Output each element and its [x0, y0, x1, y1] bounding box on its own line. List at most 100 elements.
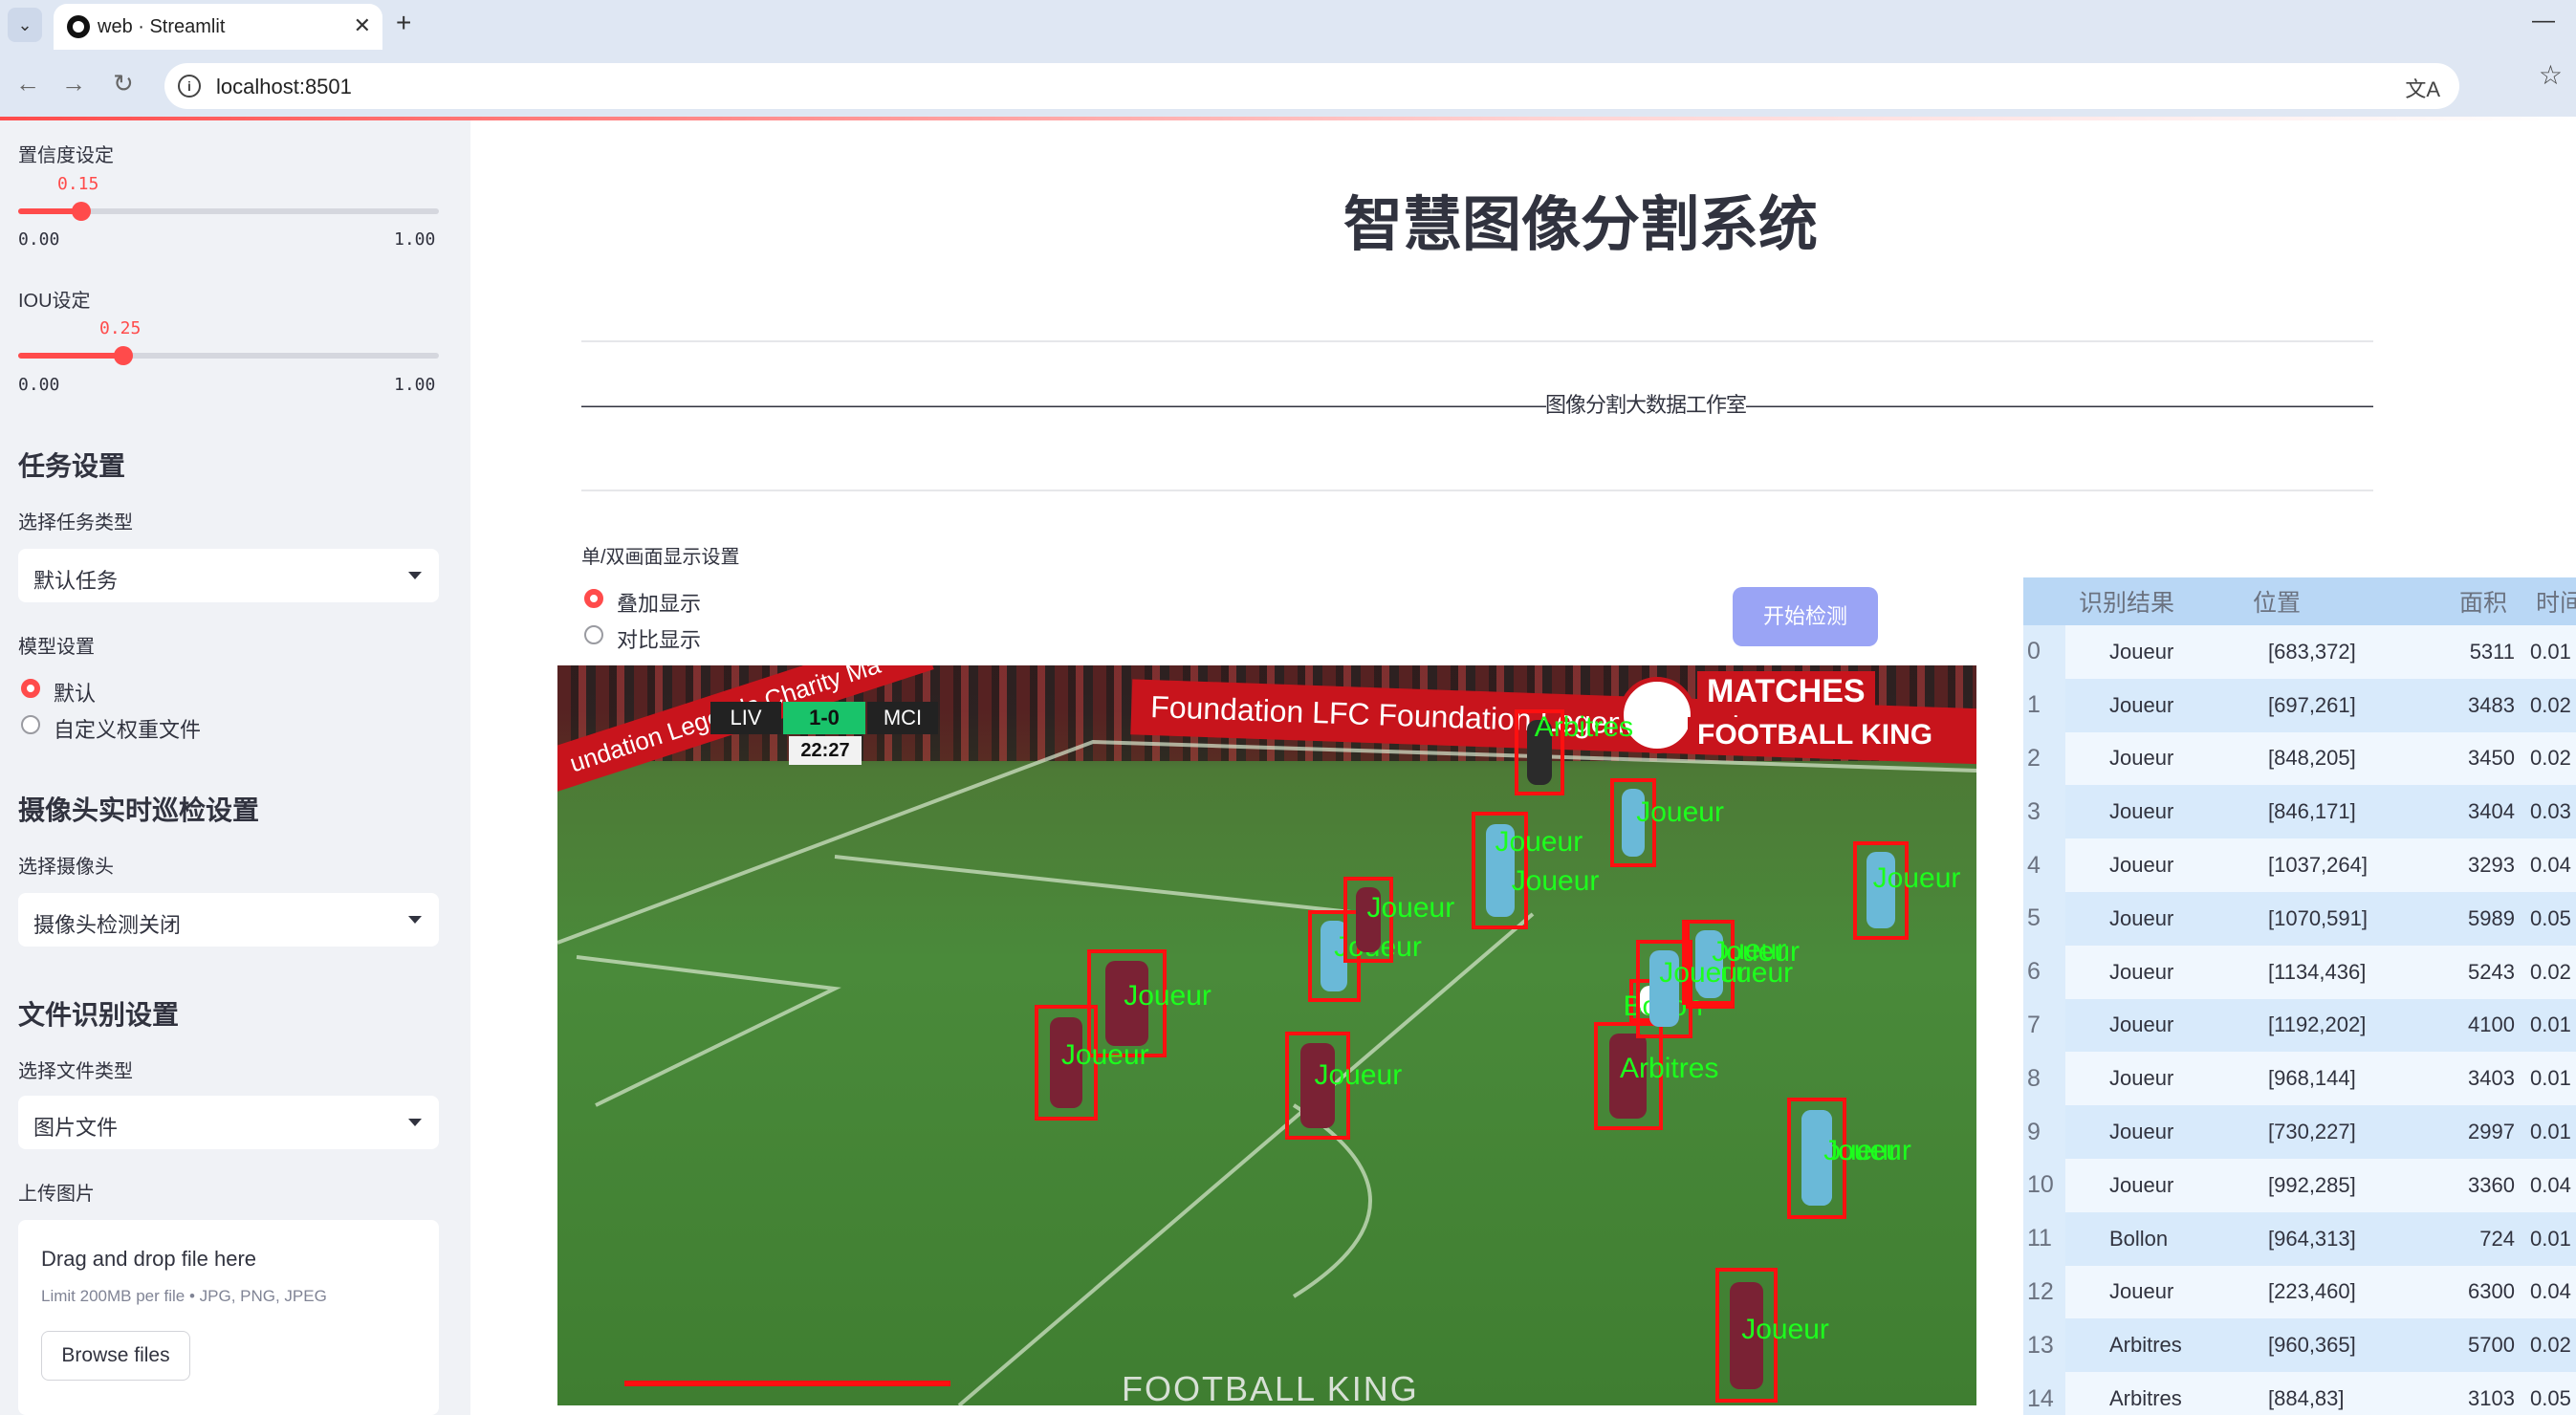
active-tab[interactable]: web · Streamlit ✕ — [54, 4, 382, 50]
table-cell: 0.02 — [2522, 1318, 2576, 1373]
iou-slider-thumb[interactable] — [114, 346, 133, 365]
video-bottom-text: FOOTBALL KING — [1122, 1369, 1419, 1405]
table-cell: [730,227] — [2239, 1105, 2446, 1159]
table-row[interactable]: 1 Joueur [697,261] 3483 0.02 — [2023, 678, 2576, 732]
detection-label: Joueur — [1636, 796, 1724, 829]
iou-slider-fill — [18, 353, 123, 359]
column-header[interactable]: 时间 — [2522, 577, 2576, 625]
table-cell: 5311 — [2446, 625, 2522, 679]
table-cell: Arbitres — [2065, 1372, 2239, 1415]
table-cell: 4100 — [2446, 998, 2522, 1053]
table-row[interactable]: 0 Joueur [683,372] 5311 0.01 — [2023, 625, 2576, 679]
table-cell: Bollon — [2065, 1211, 2239, 1266]
tab-title: web · Streamlit — [98, 16, 226, 37]
match-clock: 22:27 — [789, 736, 862, 765]
column-header[interactable]: 面积 — [2446, 577, 2522, 625]
detection-label: Joueur — [1823, 1134, 1911, 1166]
model-settings-label: 模型设置 — [18, 637, 95, 658]
confidence-min: 0.00 — [18, 229, 60, 250]
upload-label: 上传图片 — [18, 1184, 95, 1205]
row-index: 9 — [2023, 1105, 2065, 1159]
close-tab-icon[interactable]: ✕ — [354, 13, 371, 38]
radio-button[interactable] — [584, 625, 603, 644]
start-detection-button[interactable]: 开始检测 — [1733, 587, 1878, 646]
confidence-max: 1.00 — [394, 229, 436, 250]
table-cell: 3404 — [2446, 785, 2522, 839]
match-score: 1-0 — [783, 702, 865, 734]
detection-label: Joueur — [1511, 865, 1600, 898]
row-index: 14 — [2023, 1372, 2065, 1415]
table-cell: 0.04 — [2522, 838, 2576, 892]
browse-files-button[interactable]: Browse files — [41, 1331, 190, 1381]
table-cell: 0.01 — [2522, 1105, 2576, 1159]
file-type-value: 图片文件 — [33, 1116, 119, 1140]
forward-arrow-icon[interactable]: → — [61, 69, 86, 98]
site-info-icon[interactable]: i — [178, 75, 201, 98]
table-cell: Joueur — [2065, 1052, 2239, 1106]
table-cell: 3403 — [2446, 1052, 2522, 1106]
page-title: 智慧图像分割系统 — [1343, 192, 1818, 258]
model-option-label: 自定义权重文件 — [54, 718, 202, 742]
bookmark-star-icon[interactable]: ☆ — [2539, 59, 2563, 91]
display-mode-label: 单/双画面显示设置 — [581, 547, 740, 568]
results-table[interactable]: 识别结果 位置 面积 时间 0 Joueur [683,372] 5311 0.01 1 J… — [2023, 577, 2576, 1415]
column-header[interactable]: 位置 — [2239, 577, 2446, 625]
detection-label: Joueur — [1872, 861, 1961, 894]
translate-icon[interactable]: 文A — [2405, 73, 2440, 103]
file-settings-heading: 文件识别设置 — [18, 1000, 180, 1030]
scoreboard: LIV 1-0 MCI 22:27 — [710, 702, 940, 769]
camera-settings-heading: 摄像头实时巡检设置 — [18, 795, 260, 825]
table-row[interactable]: 8 Joueur [968,144] 3403 0.01 — [2023, 1052, 2576, 1106]
table-cell: [992,285] — [2239, 1158, 2446, 1212]
table-row[interactable]: 7 Joueur [1192,202] 4100 0.01 — [2023, 998, 2576, 1053]
table-cell: 0.04 — [2522, 1158, 2576, 1212]
iou-slider[interactable] — [18, 346, 439, 365]
table-row[interactable]: 9 Joueur [730,227] 2997 0.01 — [2023, 1105, 2576, 1159]
table-cell: [960,365] — [2239, 1318, 2446, 1373]
reload-icon[interactable]: ↻ — [113, 69, 134, 98]
table-row[interactable]: 5 Joueur [1070,591] 5989 0.05 — [2023, 891, 2576, 946]
table-row[interactable]: 3 Joueur [846,171] 3404 0.03 — [2023, 785, 2576, 839]
table-cell: [884,83] — [2239, 1372, 2446, 1415]
radio-button[interactable] — [584, 589, 603, 608]
address-bar[interactable]: i localhost:8501 文A — [164, 63, 2459, 109]
table-cell: [697,261] — [2239, 678, 2446, 732]
table-row[interactable]: 6 Joueur [1134,436] 5243 0.02 — [2023, 945, 2576, 999]
table-row[interactable]: 14 Arbitres [884,83] 3103 0.05 — [2023, 1372, 2576, 1415]
table-cell: 0.05 — [2522, 891, 2576, 946]
radio-button[interactable] — [21, 679, 40, 698]
column-header[interactable]: 识别结果 — [2065, 577, 2239, 625]
new-tab-icon[interactable]: + — [396, 8, 411, 38]
row-index: 0 — [2023, 625, 2065, 679]
table-cell: Joueur — [2065, 731, 2239, 786]
table-row[interactable]: 11 Bollon [964,313] 724 0.01 — [2023, 1211, 2576, 1266]
table-cell: 0.02 — [2522, 678, 2576, 732]
row-index: 11 — [2023, 1211, 2065, 1266]
row-index: 1 — [2023, 678, 2065, 732]
results-table-grid: 识别结果 位置 面积 时间 0 Joueur [683,372] 5311 0.01 1 J… — [2023, 577, 2576, 1415]
table-cell: 0.01 — [2522, 998, 2576, 1053]
table-row[interactable]: 4 Joueur [1037,264] 3293 0.04 — [2023, 838, 2576, 892]
table-cell: 6300 — [2446, 1265, 2522, 1319]
back-arrow-icon[interactable]: ← — [15, 69, 40, 98]
video-progress-bar[interactable] — [624, 1381, 951, 1386]
detection-video-frame[interactable]: Foundation LFC Foundation Legends Charit… — [557, 665, 1976, 1405]
table-row[interactable]: 2 Joueur [848,205] 3450 0.02 — [2023, 731, 2576, 786]
camera-select[interactable]: 摄像头检测关闭 — [18, 893, 439, 947]
table-row[interactable]: 12 Joueur [223,460] 6300 0.04 — [2023, 1265, 2576, 1319]
task-type-select[interactable]: 默认任务 — [18, 549, 439, 602]
file-dropzone[interactable]: Drag and drop file here Limit 200MB per … — [18, 1220, 439, 1415]
detection-label: Joueur — [1314, 1058, 1403, 1091]
tab-list-button[interactable]: ⌄ — [8, 8, 42, 42]
table-cell: Joueur — [2065, 838, 2239, 892]
table-cell: 3483 — [2446, 678, 2522, 732]
task-type-value: 默认任务 — [33, 569, 119, 593]
file-type-select[interactable]: 图片文件 — [18, 1096, 439, 1149]
table-row[interactable]: 13 Arbitres [960,365] 5700 0.02 — [2023, 1318, 2576, 1373]
confidence-slider-thumb[interactable] — [72, 202, 91, 221]
column-header[interactable] — [2023, 577, 2065, 625]
table-row[interactable]: 10 Joueur [992,285] 3360 0.04 — [2023, 1158, 2576, 1212]
radio-button[interactable] — [21, 715, 40, 734]
confidence-slider[interactable] — [18, 202, 439, 221]
minimize-window-icon[interactable]: — — [2532, 8, 2555, 34]
